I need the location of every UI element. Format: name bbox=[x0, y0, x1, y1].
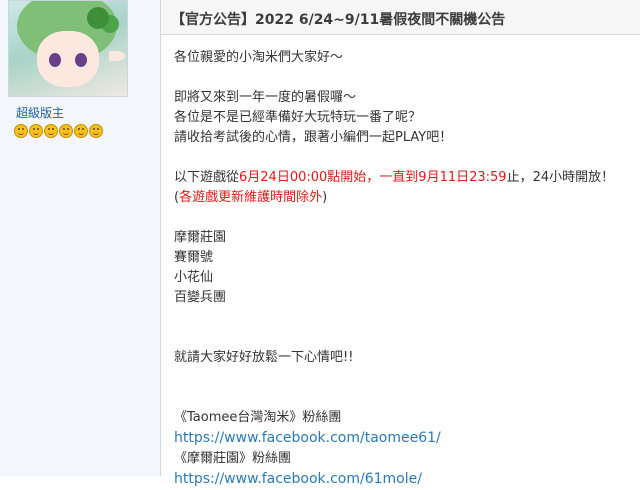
game-item: 百變兵團 bbox=[174, 290, 227, 305]
schedule-text: 以下遊戲從 bbox=[174, 170, 240, 185]
avatar[interactable] bbox=[8, 0, 128, 97]
user-rank-title: 超級版主 bbox=[16, 106, 65, 120]
post-header: 【官方公告】2022 6/24~9/11暑假夜間不關機公告 bbox=[161, 0, 640, 35]
greeting-text: 各位親愛的小淘米們大家好～ bbox=[174, 50, 344, 65]
clover-icon bbox=[87, 7, 109, 29]
post-title: 【官方公告】2022 6/24~9/11暑假夜間不關機公告 bbox=[171, 12, 506, 28]
game-item: 小花仙 bbox=[174, 270, 214, 285]
schedule-line: 以下遊戲從6月24日00:00點開始，一直到9月11日23:59止，24小時開放… bbox=[174, 168, 634, 188]
fanpage-label: 《Taomee台灣淘米》粉絲團 bbox=[174, 410, 342, 425]
smiley-icon bbox=[89, 124, 103, 138]
fanpage-link[interactable]: https://www.facebook.com/61mole/ bbox=[174, 471, 422, 487]
fanpage-link[interactable]: https://www.facebook.com/taomee61/ bbox=[174, 430, 441, 446]
post-body: 各位親愛的小淘米們大家好～ 即將又來到一年一度的暑假囉～ 各位是不是已經準備好大… bbox=[174, 48, 634, 490]
rank-stars bbox=[14, 124, 103, 138]
game-item: 摩爾莊園 bbox=[174, 230, 227, 245]
smiley-icon bbox=[59, 124, 73, 138]
smiley-icon bbox=[29, 124, 43, 138]
smiley-icon bbox=[44, 124, 58, 138]
schedule-note-line: (各遊戲更新維護時間除外) bbox=[174, 188, 634, 208]
schedule-text: 止，24小時開放！ bbox=[506, 170, 615, 185]
avatar-eye-left bbox=[49, 53, 61, 67]
avatar-ear bbox=[109, 51, 125, 61]
fanpage-label: 《摩爾莊園》粉絲團 bbox=[174, 451, 292, 466]
intro-line: 各位是不是已經準備好大玩特玩一番了呢？ bbox=[174, 110, 422, 125]
schedule-highlight: 6月24日00:00點開始，一直到9月11日23:59 bbox=[239, 170, 507, 185]
schedule-note: 各遊戲更新維護時間除外 bbox=[179, 190, 323, 205]
intro-line: 即將又來到一年一度的暑假囉～ bbox=[174, 90, 357, 105]
avatar-eye-right bbox=[75, 53, 87, 67]
smiley-icon bbox=[74, 124, 88, 138]
game-item: 賽爾號 bbox=[174, 250, 214, 265]
avatar-face bbox=[37, 31, 99, 87]
closing-text: 就請大家好好放鬆一下心情吧!! bbox=[174, 350, 354, 365]
intro-line: 請收拾考試後的心情，跟著小編們一起PLAY吧！ bbox=[174, 130, 453, 145]
author-sidebar: 超級版主 bbox=[0, 0, 161, 476]
note-paren-close: ) bbox=[322, 190, 328, 205]
smiley-icon bbox=[14, 124, 28, 138]
